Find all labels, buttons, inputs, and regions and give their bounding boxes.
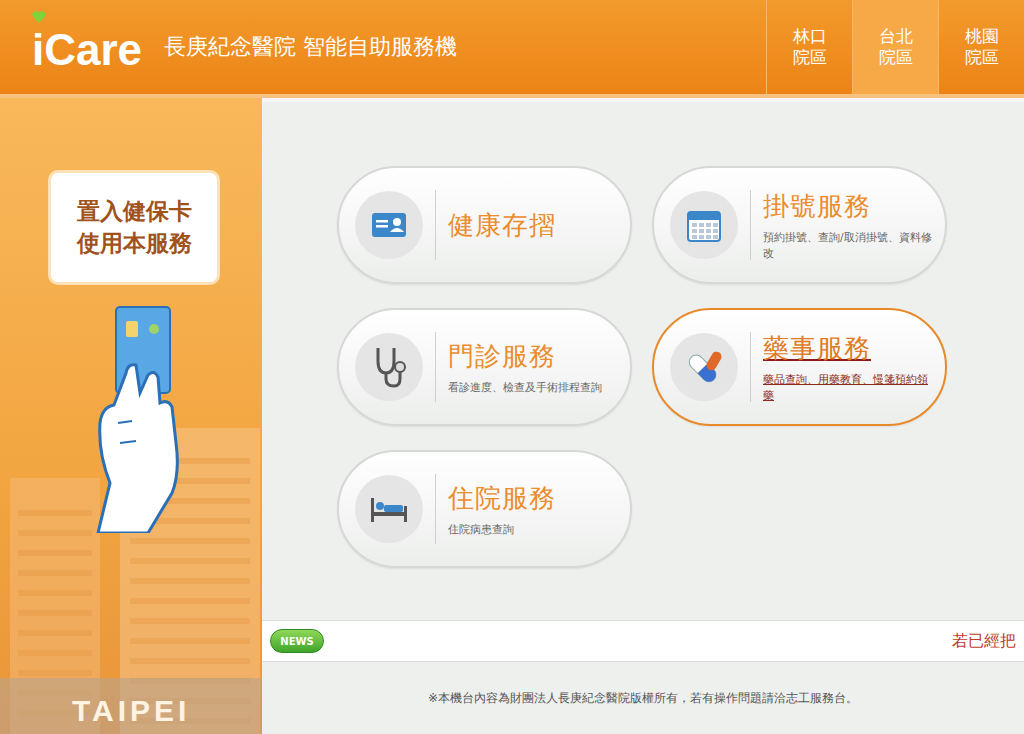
icon-circle <box>355 333 423 401</box>
campus-tab-label: 林口院區 <box>792 26 828 69</box>
news-button[interactable]: NEWS <box>270 629 324 653</box>
service-texts: 健康存摺 <box>448 208 556 243</box>
prompt-line: 置入健保卡 <box>77 196 192 227</box>
pills-icon <box>684 347 724 387</box>
service-subtitle: 看診進度、檢查及手術排程查詢 <box>448 380 602 396</box>
service-texts: 掛號服務預約掛號、查詢/取消掛號、資料修改 <box>763 189 933 262</box>
city-label: TAIPEI <box>72 694 190 728</box>
service-title: 門診服務 <box>448 339 602 374</box>
divider <box>435 190 436 260</box>
service-title: 掛號服務 <box>763 189 933 224</box>
divider <box>750 190 751 260</box>
service-subtitle: 預約掛號、查詢/取消掛號、資料修改 <box>763 230 933 262</box>
calendar-icon <box>686 207 722 243</box>
service-title: 健康存摺 <box>448 208 556 243</box>
divider <box>435 474 436 544</box>
campus-tabs: 林口院區 台北院區 桃園院區 <box>766 0 1024 94</box>
news-ticker: 若已經把 <box>952 631 1016 652</box>
service-subtitle: 住院病患查詢 <box>448 522 556 538</box>
divider <box>435 332 436 402</box>
icon-circle <box>355 191 423 259</box>
prompt-line: 使用本服務 <box>77 228 192 259</box>
service-button[interactable]: 藥事服務藥品查詢、用藥教育、慢箋預約領藥 <box>652 308 947 426</box>
service-title: 住院服務 <box>448 481 556 516</box>
insert-card-prompt: 置入健保卡使用本服務 <box>48 170 220 285</box>
hand-card-icon <box>88 303 198 533</box>
service-texts: 門診服務看診進度、檢查及手術排程查詢 <box>448 339 602 396</box>
icon-circle <box>670 333 738 401</box>
copyright-text: ※本機台內容為財團法人長庚紀念醫院版權所有，若有操作問題請洽志工服務台。 <box>428 690 858 707</box>
campus-tab[interactable]: 桃園院區 <box>938 0 1024 94</box>
campus-tab[interactable]: 林口院區 <box>766 0 852 94</box>
service-subtitle: 藥品查詢、用藥教育、慢箋預約領藥 <box>763 372 933 404</box>
stethoscope-icon <box>370 345 408 389</box>
campus-tab-label: 桃園院區 <box>964 26 1000 69</box>
service-button[interactable]: 住院服務住院病患查詢 <box>337 450 632 568</box>
logo-text: iCare <box>32 25 142 74</box>
kiosk-screen: iCare 長庚紀念醫院 智能自助服務機 林口院區 台北院區 桃園院區置入健保卡使用本服… <box>0 0 1024 734</box>
left-panel: 置入健保卡使用本服務 TAIPEI <box>0 98 262 734</box>
icon-circle <box>670 191 738 259</box>
campus-tab[interactable]: 台北院區 <box>852 0 938 94</box>
body: 置入健保卡使用本服務 TAIPEI 健康存摺 掛號服務預約掛號、查詢/取消掛號、資料修… <box>0 98 1024 734</box>
header-title: 長庚紀念醫院 智能自助服務機 <box>164 32 457 62</box>
service-texts: 住院服務住院病患查詢 <box>448 481 556 538</box>
divider <box>750 332 751 402</box>
logo: iCare <box>32 19 142 75</box>
heart-icon <box>32 11 46 23</box>
service-texts: 藥事服務藥品查詢、用藥教育、慢箋預約領藥 <box>763 331 933 404</box>
service-button[interactable]: 掛號服務預約掛號、查詢/取消掛號、資料修改 <box>652 166 947 284</box>
service-button[interactable]: 門診服務看診進度、檢查及手術排程查詢 <box>337 308 632 426</box>
bed-icon <box>369 494 409 524</box>
service-menu: 健康存摺 掛號服務預約掛號、查詢/取消掛號、資料修改門診服務看診進度、檢查及手術排… <box>262 102 1024 620</box>
campus-tab-label: 台北院區 <box>878 26 914 69</box>
footer: ※本機台內容為財團法人長庚紀念醫院版權所有，若有操作問題請洽志工服務台。 <box>262 662 1024 734</box>
service-title: 藥事服務 <box>763 331 933 366</box>
id-card-icon <box>371 212 407 238</box>
icon-circle <box>355 475 423 543</box>
brand: iCare 長庚紀念醫院 智能自助服務機 <box>0 0 457 94</box>
header: iCare 長庚紀念醫院 智能自助服務機 林口院區 台北院區 桃園院區 <box>0 0 1024 98</box>
service-button[interactable]: 健康存摺 <box>337 166 632 284</box>
news-bar: NEWS 若已經把 <box>262 620 1024 662</box>
main-panel: 健康存摺 掛號服務預約掛號、查詢/取消掛號、資料修改門診服務看診進度、檢查及手術排… <box>262 98 1024 734</box>
